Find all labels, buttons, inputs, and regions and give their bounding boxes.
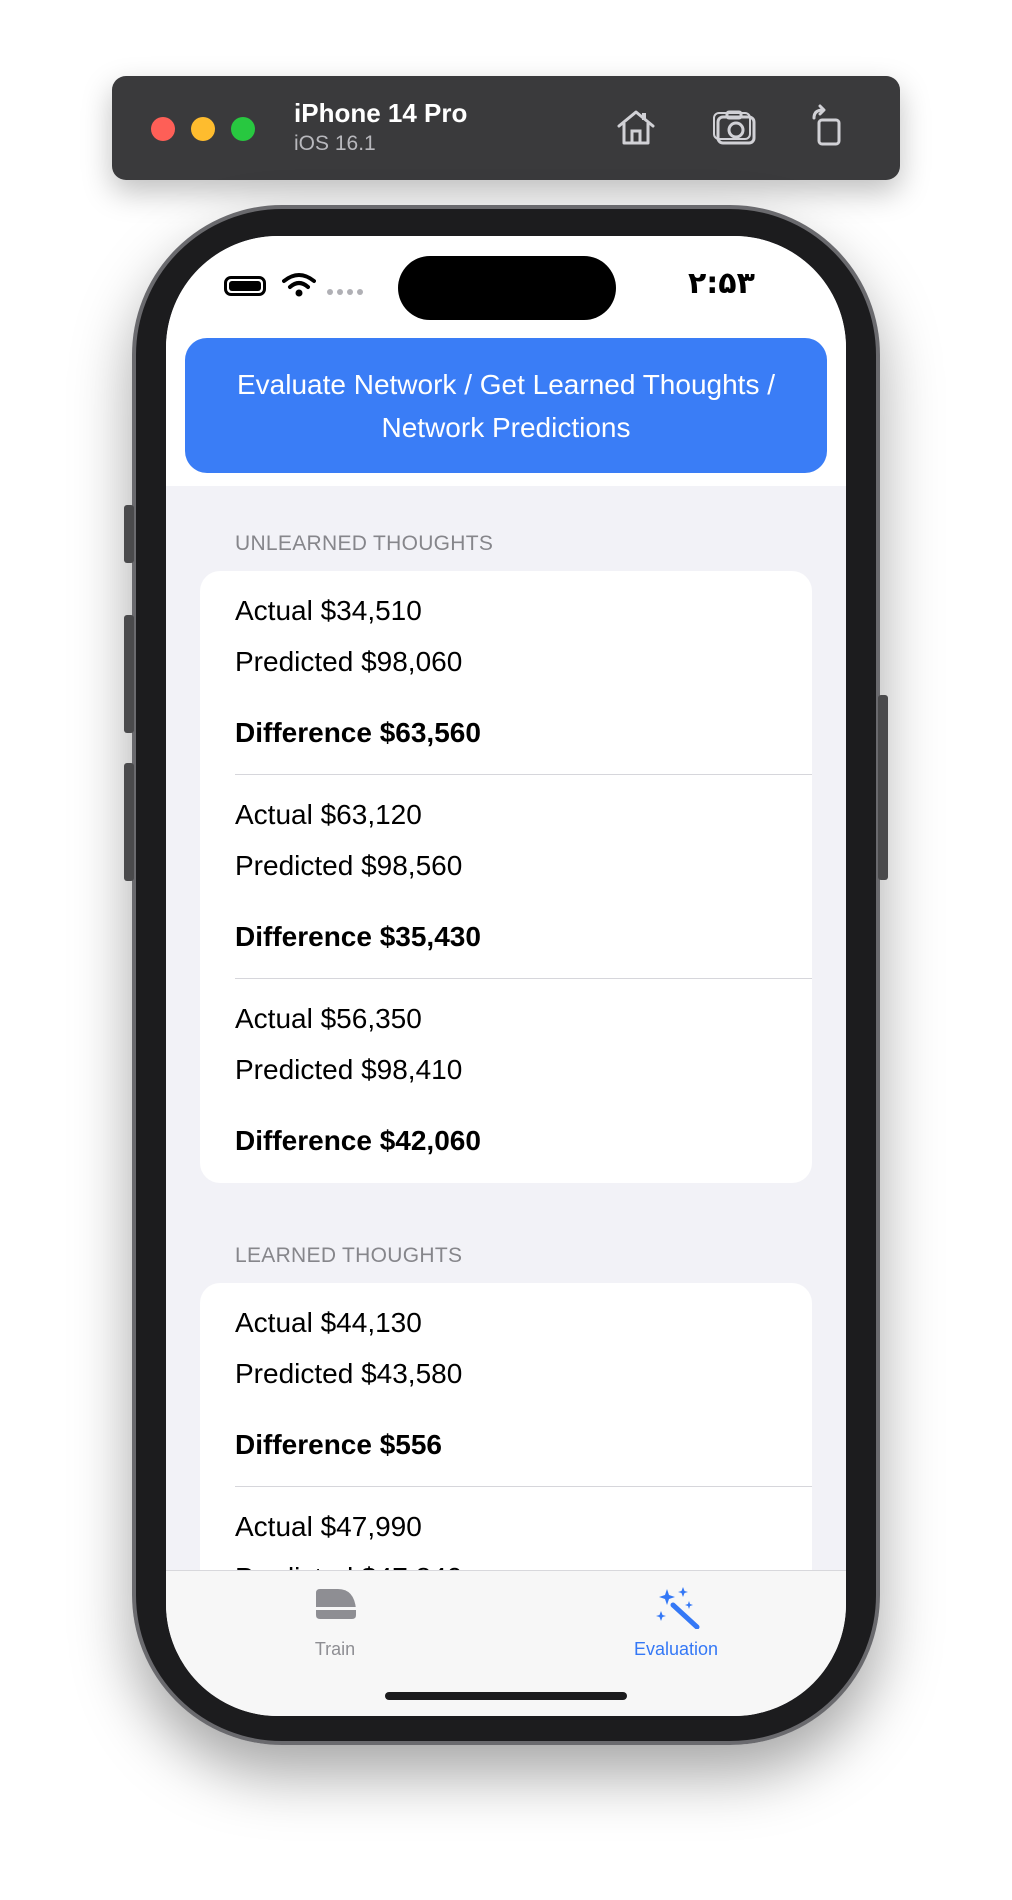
volume-up-button[interactable] [124, 615, 134, 733]
screenshot-icon[interactable] [713, 104, 759, 150]
magic-wand-icon [656, 1587, 700, 1629]
dynamic-island [398, 256, 616, 320]
os-version: iOS 16.1 [294, 132, 376, 155]
status-time: ۲:۵۳ [688, 266, 755, 301]
list-item: Actual $44,130 Predicted $43,580 Differe… [200, 1283, 812, 1487]
tab-train-label: Train [314, 1639, 356, 1659]
tab-train[interactable]: Train [235, 1571, 435, 1681]
actual-value: Actual $56,350 [235, 1003, 422, 1034]
difference-value: Difference $42,060 [235, 1125, 481, 1156]
close-window-button[interactable] [151, 117, 175, 141]
battery-icon [224, 276, 266, 296]
predicted-value: Predicted $98,060 [235, 646, 463, 677]
header: Evaluate Network / Get Learned Thoughts … [166, 336, 846, 486]
difference-value: Difference $556 [235, 1429, 443, 1460]
minimize-window-button[interactable] [191, 117, 215, 141]
actual-value: Actual $34,510 [235, 595, 422, 626]
predicted-value: Predicted $43,580 [235, 1358, 463, 1389]
tab-evaluation[interactable]: Evaluation [576, 1571, 776, 1681]
predicted-value: Predicted $98,560 [235, 850, 463, 881]
wifi-icon [282, 273, 316, 297]
train-icon [316, 1589, 356, 1619]
home-icon[interactable] [613, 104, 659, 150]
list-item: Actual $34,510 Predicted $98,060 Differe… [200, 571, 812, 775]
cellular-signal-icon [327, 289, 363, 295]
volume-down-button[interactable] [124, 763, 134, 881]
actual-value: Actual $47,990 [235, 1511, 422, 1542]
list-item: Actual $56,350 Predicted $98,410 Differe… [200, 979, 812, 1183]
rotate-icon[interactable] [806, 104, 852, 150]
phone-screen: ۲:۵۳ Evaluate Network / Get Learned Thou… [166, 236, 846, 1716]
mute-switch[interactable] [124, 505, 134, 563]
section-header-unlearned: UNLEARNED THOUGHTS [235, 532, 494, 555]
unlearned-card: Actual $34,510 Predicted $98,060 Differe… [200, 571, 812, 1183]
tab-evaluation-label: Evaluation [633, 1639, 719, 1659]
device-name: iPhone 14 Pro [294, 98, 468, 128]
evaluate-network-button[interactable]: Evaluate Network / Get Learned Thoughts … [185, 338, 827, 473]
predicted-value: Predicted $98,410 [235, 1054, 463, 1085]
actual-value: Actual $63,120 [235, 799, 422, 830]
learned-card: Actual $44,130 Predicted $43,580 Differe… [200, 1283, 812, 1570]
predicted-value: Predicted $47,840 [235, 1562, 462, 1570]
list-item: Actual $47,990 Predicted $47,840 [200, 1487, 812, 1570]
difference-value: Difference $63,560 [235, 717, 481, 748]
section-header-learned: LEARNED THOUGHTS [235, 1244, 463, 1267]
difference-value: Difference $35,430 [235, 921, 481, 952]
results-list[interactable]: UNLEARNED THOUGHTS Actual $34,510 Predic… [166, 486, 846, 1570]
power-button[interactable] [878, 695, 888, 880]
home-indicator[interactable] [385, 1692, 627, 1700]
actual-value: Actual $44,130 [235, 1307, 422, 1338]
status-bar: ۲:۵۳ [166, 236, 846, 336]
zoom-window-button[interactable] [231, 117, 255, 141]
list-item: Actual $63,120 Predicted $98,560 Differe… [200, 775, 812, 979]
